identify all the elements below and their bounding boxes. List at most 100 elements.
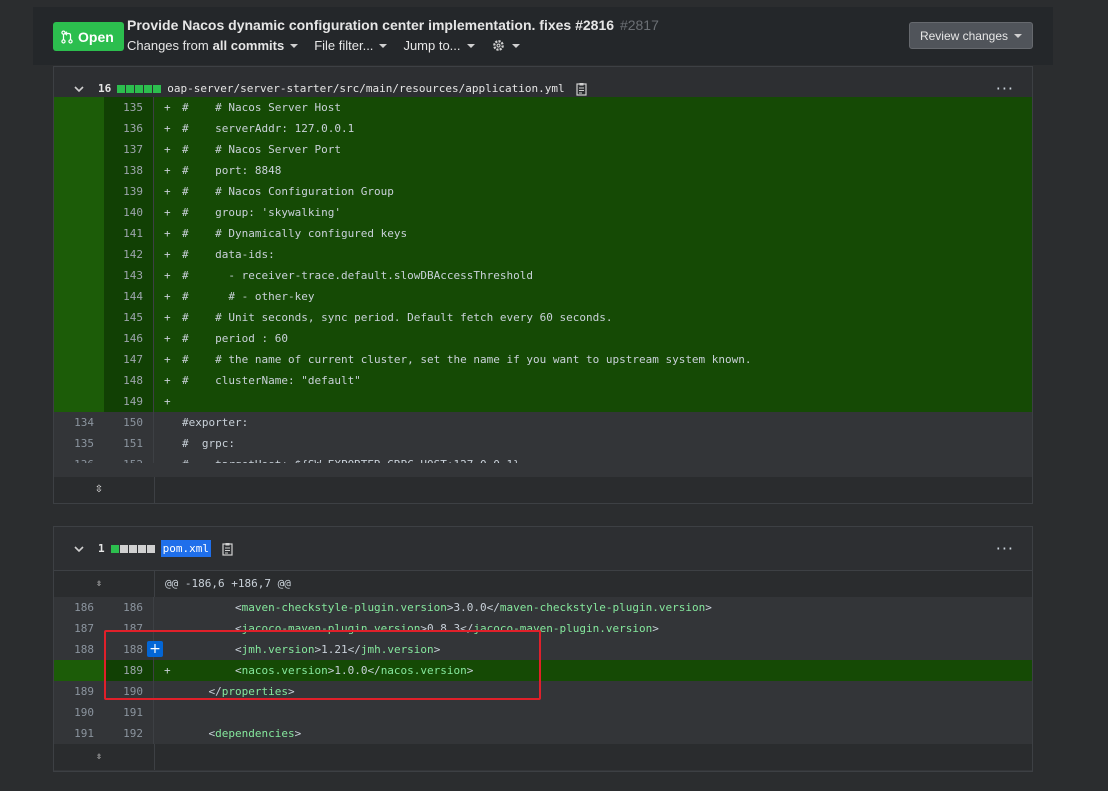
unfold-icon[interactable]: ⇳ bbox=[54, 744, 155, 770]
old-line-number[interactable]: 134 bbox=[54, 412, 104, 433]
new-line-number[interactable]: 139 bbox=[104, 181, 154, 202]
code-text: #exporter: bbox=[182, 416, 249, 429]
file-filter-label: File filter... bbox=[314, 38, 374, 53]
old-line-number[interactable] bbox=[54, 97, 104, 118]
old-line-number[interactable] bbox=[54, 139, 104, 160]
new-line-number[interactable]: 149 bbox=[104, 391, 154, 412]
caret-down-icon bbox=[379, 43, 388, 48]
old-line-number[interactable] bbox=[54, 244, 104, 265]
code-line: + # # Unit seconds, sync period. Default … bbox=[154, 307, 1032, 328]
new-line-number[interactable]: 148 bbox=[104, 370, 154, 391]
diff-line-context: 136152 # targetHost: ${SW_EXPORTER_GRPC_H… bbox=[54, 454, 1032, 463]
diff-settings-dropdown[interactable] bbox=[491, 38, 520, 53]
old-line-number[interactable]: 190 bbox=[54, 702, 104, 723]
review-changes-button[interactable]: Review changes bbox=[908, 22, 1033, 49]
unfold-icon[interactable]: ⇳ bbox=[54, 477, 155, 503]
new-line-number[interactable]: 144 bbox=[104, 286, 154, 307]
file-path[interactable]: pom.xml bbox=[160, 540, 211, 557]
diff-line-added: 139 + # # Nacos Configuration Group bbox=[54, 181, 1032, 202]
diff-marker: + bbox=[164, 227, 171, 240]
new-line-number[interactable]: 138 bbox=[104, 160, 154, 181]
old-line-number[interactable]: 189 bbox=[54, 681, 104, 702]
code-text: # # Unit seconds, sync period. Default f… bbox=[182, 311, 613, 324]
code-text: # # Nacos Server Port bbox=[182, 143, 341, 156]
new-line-number[interactable]: 143 bbox=[104, 265, 154, 286]
clipboard-icon[interactable] bbox=[575, 82, 589, 96]
diff-line-added: 136 + # serverAddr: 127.0.0.1 bbox=[54, 118, 1032, 139]
pr-status-label: Open bbox=[78, 28, 114, 45]
old-line-number[interactable]: 135 bbox=[54, 433, 104, 454]
diff-marker: + bbox=[164, 311, 171, 324]
chevron-down-icon[interactable] bbox=[74, 84, 84, 94]
caret-down-icon bbox=[290, 43, 299, 48]
pr-title-text[interactable]: Provide Nacos dynamic configuration cent… bbox=[127, 17, 614, 33]
old-line-number[interactable] bbox=[54, 286, 104, 307]
old-line-number[interactable] bbox=[54, 660, 104, 681]
code-text: # # Nacos Server Host bbox=[182, 101, 341, 114]
code-line: # targetHost: ${SW_EXPORTER_GRPC_HOST:12… bbox=[154, 454, 1032, 463]
code-text: # port: 8848 bbox=[182, 164, 282, 177]
changes-from-dropdown[interactable]: Changes from all commits bbox=[127, 38, 299, 53]
new-line-number[interactable]: 145 bbox=[104, 307, 154, 328]
code-text: # # Dynamically configured keys bbox=[182, 227, 408, 240]
new-line-number[interactable]: 140 bbox=[104, 202, 154, 223]
diffstat-count: 1 bbox=[98, 542, 105, 555]
new-line-number[interactable]: 137 bbox=[104, 139, 154, 160]
old-line-number[interactable] bbox=[54, 223, 104, 244]
diff-line-added: 135 + # # Nacos Server Host bbox=[54, 97, 1032, 118]
chevron-down-icon[interactable] bbox=[74, 544, 84, 554]
diff-line-added: 146 + # period : 60 bbox=[54, 328, 1032, 349]
code-line: + # # Nacos Server Port bbox=[154, 139, 1032, 160]
old-line-number[interactable] bbox=[54, 391, 104, 412]
file-path[interactable]: oap-server/server-starter/src/main/resou… bbox=[167, 82, 564, 95]
code-text: # grpc: bbox=[182, 437, 235, 450]
old-line-number[interactable]: 187 bbox=[54, 618, 104, 639]
diff-line-context: 190 191 bbox=[54, 702, 1032, 723]
new-line-number[interactable]: 191 bbox=[104, 702, 154, 723]
file-header: 1 pom.xml ··· bbox=[54, 527, 1032, 571]
diff-line-added: 140 + # group: 'skywalking' bbox=[54, 202, 1032, 223]
new-line-number[interactable]: 141 bbox=[104, 223, 154, 244]
new-line-number[interactable]: 192 bbox=[104, 723, 154, 744]
old-line-number[interactable] bbox=[54, 349, 104, 370]
diff-marker: + bbox=[164, 185, 171, 198]
old-line-number[interactable] bbox=[54, 328, 104, 349]
old-line-number[interactable] bbox=[54, 181, 104, 202]
code-line: + # # Dynamically configured keys bbox=[154, 223, 1032, 244]
code-text: # # the name of current cluster, set the… bbox=[182, 353, 752, 366]
old-line-number[interactable] bbox=[54, 370, 104, 391]
code-text: # group: 'skywalking' bbox=[182, 206, 341, 219]
old-line-number[interactable]: 186 bbox=[54, 597, 104, 618]
clipboard-icon[interactable] bbox=[221, 542, 235, 556]
old-line-number[interactable] bbox=[54, 202, 104, 223]
new-line-number[interactable]: 136 bbox=[104, 118, 154, 139]
new-line-number[interactable]: 135 bbox=[104, 97, 154, 118]
file-filter-dropdown[interactable]: File filter... bbox=[314, 38, 388, 53]
old-line-number[interactable] bbox=[54, 118, 104, 139]
new-line-number[interactable]: 150 bbox=[104, 412, 154, 433]
new-line-number[interactable]: 142 bbox=[104, 244, 154, 265]
old-line-number[interactable] bbox=[54, 307, 104, 328]
code-text: # # - other-key bbox=[182, 290, 315, 303]
code-line: + # # Nacos Server Host bbox=[154, 97, 1032, 118]
old-line-number[interactable] bbox=[54, 160, 104, 181]
kebab-icon[interactable]: ··· bbox=[996, 81, 1014, 97]
old-line-number[interactable]: 191 bbox=[54, 723, 104, 744]
old-line-number[interactable] bbox=[54, 265, 104, 286]
new-line-number[interactable]: 186 bbox=[104, 597, 154, 618]
kebab-icon[interactable]: ··· bbox=[996, 541, 1014, 557]
new-line-number[interactable]: 147 bbox=[104, 349, 154, 370]
code-line: <maven-checkstyle-plugin.version>3.0.0</… bbox=[154, 597, 1032, 618]
diff-marker: + bbox=[164, 269, 171, 282]
new-line-number[interactable]: 146 bbox=[104, 328, 154, 349]
old-line-number[interactable]: 188 bbox=[54, 639, 104, 660]
unfold-icon[interactable]: ⇳ bbox=[54, 571, 155, 597]
jump-to-dropdown[interactable]: Jump to... bbox=[403, 38, 475, 53]
pr-title[interactable]: Provide Nacos dynamic configuration cent… bbox=[127, 17, 659, 33]
new-line-number[interactable]: 151 bbox=[104, 433, 154, 454]
caret-down-icon bbox=[511, 43, 520, 48]
old-line-number[interactable]: 136 bbox=[54, 454, 104, 463]
code-text: # targetHost: ${SW_EXPORTER_GRPC_HOST:12… bbox=[182, 458, 520, 463]
new-line-number[interactable]: 152 bbox=[104, 454, 154, 463]
code-line: + # data-ids: bbox=[154, 244, 1032, 265]
